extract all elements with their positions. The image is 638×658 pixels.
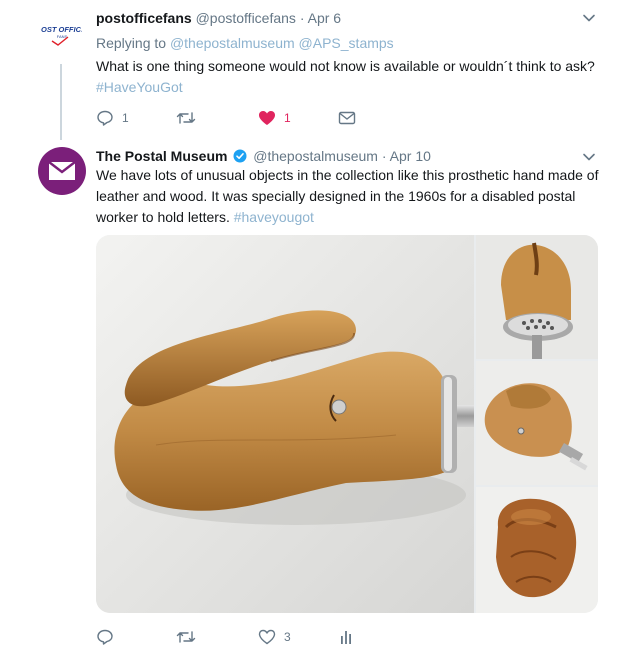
- tweet-date[interactable]: Apr 10: [390, 148, 431, 164]
- display-name[interactable]: The Postal Museum: [96, 148, 227, 164]
- replying-to: Replying to @thepostalmuseum @APS_stamps: [96, 34, 394, 52]
- tweet-body: What is one thing someone would not know…: [96, 58, 595, 74]
- chevron-down-icon[interactable]: [582, 11, 596, 25]
- reply-handle-aps-stamps[interactable]: @APS_stamps: [299, 35, 394, 51]
- like-icon: [258, 629, 276, 645]
- user-handle[interactable]: @postofficefans: [196, 10, 296, 26]
- tweet-date[interactable]: Apr 6: [308, 10, 341, 26]
- retweet-icon: [176, 631, 196, 643]
- display-name[interactable]: postofficefans: [96, 10, 192, 26]
- separator-dot: ·: [381, 148, 387, 164]
- tweet-postofficefans: POST OFFICE FANS postofficefans @postoff…: [0, 0, 638, 138]
- reply-button[interactable]: 1: [96, 109, 129, 127]
- media-photo-thumb-3[interactable]: [476, 487, 598, 613]
- media-photo-main[interactable]: [96, 235, 474, 613]
- reply-button[interactable]: [96, 628, 122, 646]
- media-photo-thumb-2[interactable]: [476, 361, 598, 485]
- envelope-icon: [48, 161, 76, 180]
- retweet-button[interactable]: [176, 109, 196, 127]
- direct-message-button[interactable]: [338, 110, 356, 126]
- reply-icon: [97, 110, 113, 126]
- analytics-icon: [341, 631, 351, 644]
- message-icon: [338, 111, 356, 125]
- media-photo-thumb-1[interactable]: [476, 235, 598, 359]
- reply-handle-postalmuseum[interactable]: @thepostalmuseum: [170, 35, 295, 51]
- replying-to-label: Replying to: [96, 35, 167, 51]
- reply-icon: [97, 629, 113, 645]
- tweet-text: We have lots of unusual objects in the c…: [96, 165, 606, 228]
- avatar-logo-text: POST OFFICE: [40, 25, 82, 34]
- retweet-icon: [176, 112, 196, 124]
- like-icon: [259, 111, 275, 125]
- tweet-text: What is one thing someone would not know…: [96, 56, 606, 98]
- avatar[interactable]: POST OFFICE FANS: [40, 14, 82, 56]
- retweet-button[interactable]: [176, 628, 196, 646]
- tweet-body: We have lots of unusual objects in the c…: [96, 167, 599, 225]
- tweet-postalmuseum: The Postal Museum @thepostalmuseum · Apr…: [0, 138, 638, 658]
- verified-icon: [233, 149, 247, 163]
- like-button[interactable]: 1: [258, 109, 291, 127]
- separator-dot: ·: [299, 10, 305, 26]
- user-handle[interactable]: @thepostalmuseum: [253, 148, 378, 164]
- hashtag-link[interactable]: #HaveYouGot: [96, 79, 183, 95]
- like-count: 1: [284, 111, 291, 125]
- reply-count: 1: [122, 111, 129, 125]
- avatar[interactable]: [38, 147, 86, 195]
- analytics-button[interactable]: [338, 629, 354, 645]
- like-button[interactable]: 3: [258, 628, 291, 646]
- chevron-down-icon[interactable]: [582, 150, 596, 164]
- like-count: 3: [284, 630, 291, 644]
- media-gallery: [96, 235, 598, 613]
- tweet-header: The Postal Museum @thepostalmuseum · Apr…: [96, 147, 431, 165]
- hashtag-link[interactable]: #haveyougot: [234, 209, 314, 225]
- tweet-header: postofficefans @postofficefans · Apr 6: [96, 9, 341, 27]
